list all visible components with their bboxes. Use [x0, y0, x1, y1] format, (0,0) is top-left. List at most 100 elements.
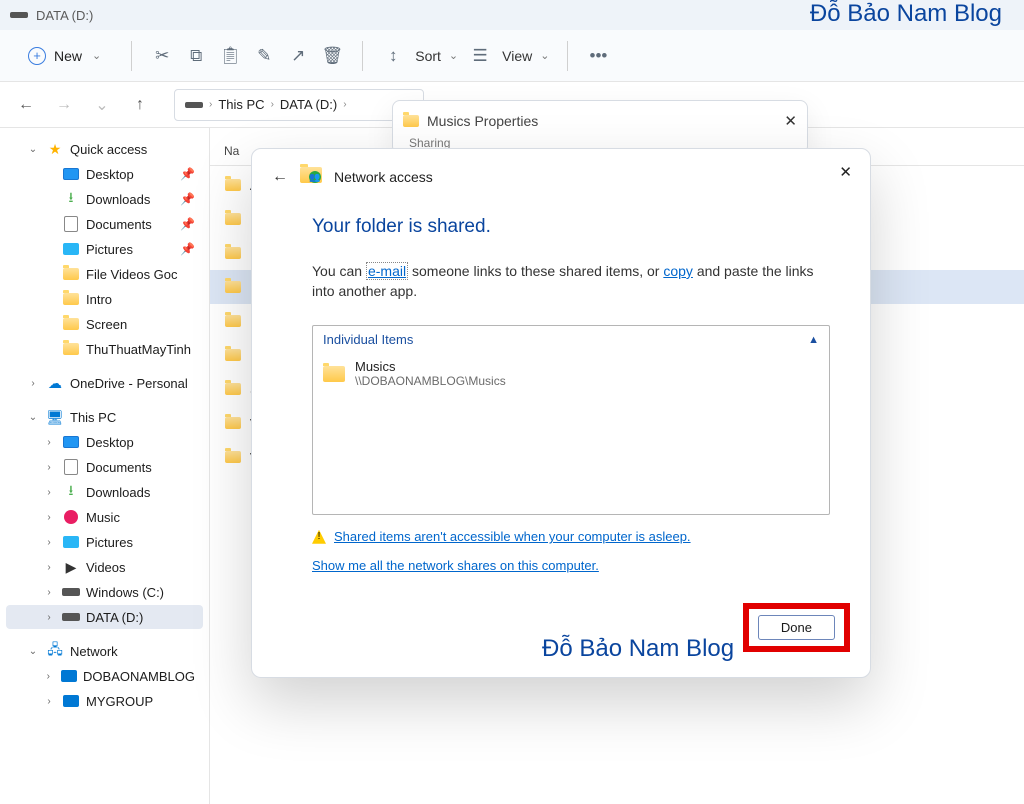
- new-button[interactable]: + New ⌄: [16, 41, 113, 71]
- sidebar-item-network-pc[interactable]: ›DOBAONAMBLOG: [6, 664, 203, 688]
- back-arrow-icon[interactable]: ←: [272, 168, 288, 186]
- network-icon: 🖧: [46, 642, 64, 660]
- video-icon: ▶: [62, 558, 80, 576]
- share-path: \\DOBAONAMBLOG\Musics: [355, 374, 506, 388]
- sidebar-item-documents[interactable]: ›Documents: [6, 455, 203, 479]
- sidebar-item-downloads[interactable]: ›⭳Downloads: [6, 480, 203, 504]
- chevron-right-icon: ›: [209, 99, 212, 110]
- folder-icon: [225, 315, 241, 327]
- delete-icon[interactable]: 🗑: [320, 44, 344, 68]
- sidebar-item-folder[interactable]: File Videos Goc: [6, 262, 203, 286]
- sidebar-item-folder[interactable]: Intro: [6, 287, 203, 311]
- pc-icon: [63, 695, 79, 707]
- folder-icon: [225, 179, 241, 191]
- sidebar-item-videos[interactable]: ›▶Videos: [6, 555, 203, 579]
- all-shares-link[interactable]: Show me all the network shares on this c…: [312, 558, 599, 573]
- watermark-text: Đỗ Bảo Nam Blog: [542, 635, 734, 663]
- sidebar-item-network[interactable]: ⌄🖧Network: [6, 639, 203, 663]
- sidebar-item-folder[interactable]: Screen: [6, 312, 203, 336]
- chevron-up-icon[interactable]: ▲: [808, 334, 819, 346]
- sidebar-item-documents[interactable]: Documents📌: [6, 212, 203, 236]
- folder-icon: [225, 417, 241, 429]
- explorer-window: DATA (D:) + New ⌄ ✂ ⧉ 📋︎ ✎ ↗ 🗑 ↕ Sort ⌄ …: [0, 0, 1024, 804]
- folder-icon: [63, 318, 79, 330]
- drive-icon: [185, 102, 203, 108]
- sidebar-item-drive-c[interactable]: ›Windows (C:): [6, 580, 203, 604]
- view-button[interactable]: ☰ View ⌄: [468, 44, 549, 68]
- sidebar-item-this-pc[interactable]: ⌄🖥This PC: [6, 405, 203, 429]
- panel-header[interactable]: Individual Items ▲: [313, 326, 829, 353]
- sleep-warning-row: ! Shared items aren't accessible when yo…: [312, 529, 830, 544]
- close-icon[interactable]: ✕: [839, 163, 852, 181]
- people-overlay-icon: 👥: [309, 171, 321, 183]
- dialog-title: Your folder is shared.: [312, 216, 830, 238]
- desktop-icon: [63, 436, 79, 448]
- folder-icon: [323, 366, 345, 382]
- sleep-warning-link[interactable]: Shared items aren't accessible when your…: [334, 529, 691, 544]
- panel-title: Individual Items: [323, 332, 413, 347]
- sidebar-item-drive-d[interactable]: ›DATA (D:): [6, 605, 203, 629]
- breadcrumb[interactable]: DATA (D:): [280, 97, 337, 112]
- copy-link[interactable]: copy: [663, 263, 693, 279]
- sidebar-item-onedrive[interactable]: ›☁OneDrive - Personal: [6, 371, 203, 395]
- dialog-body: Your folder is shared. You can e-mail so…: [272, 186, 850, 573]
- email-link[interactable]: e-mail: [366, 262, 408, 280]
- forward-button[interactable]: →: [50, 91, 78, 119]
- network-access-dialog: ✕ ← 👥 Network access Your folder is shar…: [251, 148, 871, 678]
- pin-icon: 📌: [180, 167, 195, 181]
- folder-icon: [225, 247, 241, 259]
- cut-icon[interactable]: ✂: [150, 44, 174, 68]
- sidebar-item-pictures[interactable]: ›Pictures: [6, 530, 203, 554]
- drive-icon: [62, 613, 80, 621]
- more-icon[interactable]: •••: [586, 44, 610, 68]
- chevron-down-icon: ⌄: [540, 49, 549, 62]
- sidebar-item-desktop[interactable]: Desktop📌: [6, 162, 203, 186]
- sidebar-item-pictures[interactable]: Pictures📌: [6, 237, 203, 261]
- toolbar: + New ⌄ ✂ ⧉ 📋︎ ✎ ↗ 🗑 ↕ Sort ⌄ ☰ View ⌄ •…: [0, 30, 1024, 82]
- pc-icon: [61, 670, 77, 682]
- pictures-icon: [63, 243, 79, 255]
- properties-title: Musics Properties: [427, 113, 538, 129]
- folder-icon: [63, 293, 79, 305]
- divider: [362, 41, 363, 71]
- dialog-text: You can e-mail someone links to these sh…: [312, 262, 830, 301]
- breadcrumb[interactable]: This PC: [218, 97, 264, 112]
- chevron-down-icon: ⌄: [449, 49, 458, 62]
- sidebar-item-network-pc[interactable]: ›MYGROUP: [6, 689, 203, 713]
- chevron-right-icon: ›: [271, 99, 274, 110]
- sidebar-item-music[interactable]: ›Music: [6, 505, 203, 529]
- back-button[interactable]: ←: [12, 91, 40, 119]
- dialog-heading: Network access: [334, 169, 433, 185]
- share-name: Musics: [355, 359, 506, 374]
- sidebar-item-downloads[interactable]: ⭳Downloads📌: [6, 187, 203, 211]
- address-bar[interactable]: › This PC › DATA (D:) ›: [174, 89, 424, 121]
- done-button[interactable]: Done: [758, 615, 835, 640]
- pictures-icon: [63, 536, 79, 548]
- folder-icon: [225, 349, 241, 361]
- drive-icon: [10, 12, 28, 18]
- paste-icon[interactable]: 📋︎: [218, 44, 242, 68]
- recent-button[interactable]: ⌄: [88, 91, 116, 119]
- sort-button[interactable]: ↕ Sort ⌄: [381, 44, 458, 68]
- sidebar-item-desktop[interactable]: ›Desktop: [6, 430, 203, 454]
- shared-item-row[interactable]: Musics \\DOBAONAMBLOG\Musics: [313, 353, 829, 394]
- divider: [131, 41, 132, 71]
- close-icon[interactable]: ✕: [784, 112, 797, 130]
- pc-icon: 🖥: [46, 408, 64, 426]
- share-icon[interactable]: ↗: [286, 44, 310, 68]
- folder-icon: [63, 343, 79, 355]
- chevron-right-icon: ›: [343, 99, 346, 110]
- rename-icon[interactable]: ✎: [252, 44, 276, 68]
- pin-icon: 📌: [180, 217, 195, 231]
- download-icon: ⭳: [62, 483, 80, 501]
- sidebar-item-quick-access[interactable]: ⌄★Quick access: [6, 137, 203, 161]
- star-icon: ★: [46, 140, 64, 158]
- folder-icon: [225, 383, 241, 395]
- up-button[interactable]: ↑: [126, 91, 154, 119]
- highlight-frame: Done: [743, 603, 850, 652]
- view-label: View: [502, 48, 532, 64]
- copy-icon[interactable]: ⧉: [184, 44, 208, 68]
- sidebar-item-folder[interactable]: ThuThuatMayTinh: [6, 337, 203, 361]
- folder-icon: [63, 268, 79, 280]
- new-label: New: [54, 48, 82, 64]
